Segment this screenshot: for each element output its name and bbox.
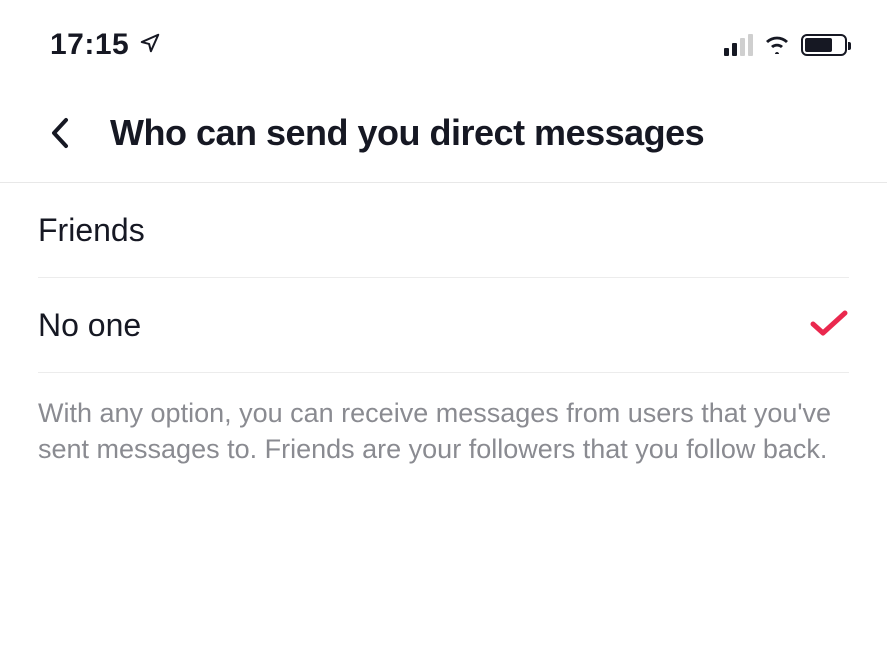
back-button[interactable]: [40, 113, 80, 153]
wifi-icon: [763, 32, 791, 59]
page-header: Who can send you direct messages: [0, 82, 887, 183]
option-label: Friends: [38, 212, 145, 249]
location-icon: [139, 32, 161, 59]
options-list: Friends No one: [0, 183, 887, 373]
option-no-one[interactable]: No one: [38, 278, 849, 373]
battery-icon: [801, 34, 847, 56]
status-right: [724, 32, 847, 59]
option-friends[interactable]: Friends: [38, 183, 849, 278]
status-left: 17:15: [50, 28, 161, 62]
option-label: No one: [38, 307, 141, 344]
cellular-signal-icon: [724, 34, 753, 56]
page-title: Who can send you direct messages: [110, 112, 704, 154]
chevron-left-icon: [49, 116, 71, 150]
checkmark-icon: [809, 308, 849, 343]
status-time: 17:15: [50, 28, 129, 62]
options-description: With any option, you can receive message…: [0, 373, 887, 490]
status-bar: 17:15: [0, 0, 887, 82]
